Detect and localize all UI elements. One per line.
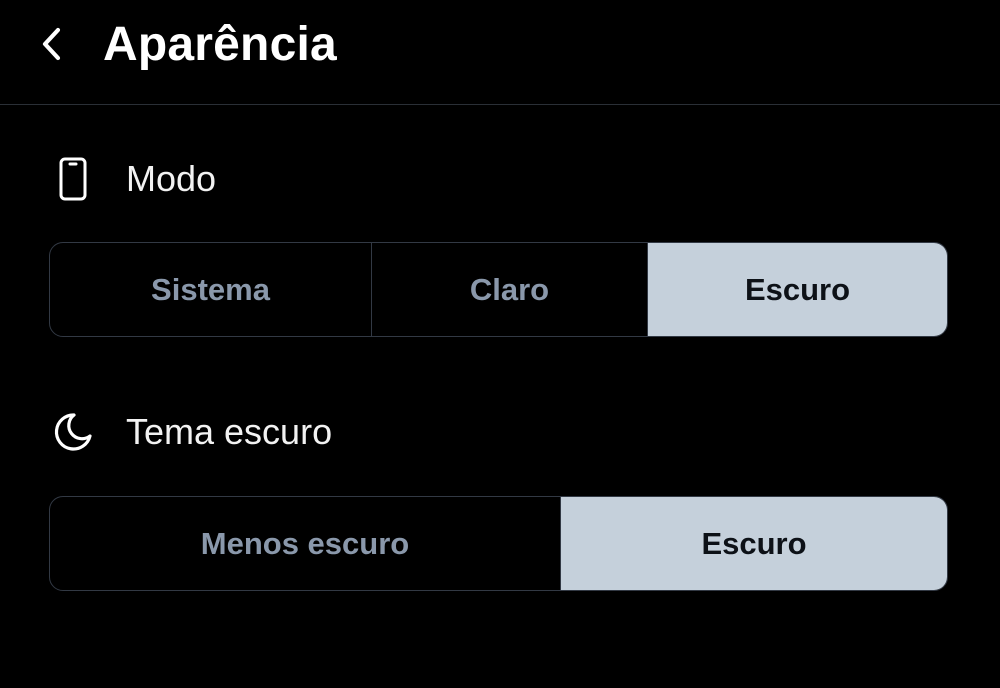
mode-option-escuro[interactable]: Escuro (647, 243, 947, 336)
back-button[interactable] (30, 22, 74, 66)
dark-theme-label: Tema escuro (126, 411, 333, 452)
phone-icon (50, 156, 96, 202)
mode-label: Modo (126, 158, 217, 199)
top-bar: Aparência (0, 0, 1000, 105)
mode-option-claro[interactable]: Claro (371, 243, 647, 336)
dark-theme-segmented-control: Menos escuro Escuro (49, 496, 948, 591)
dark-theme-option-menos-escuro[interactable]: Menos escuro (50, 497, 560, 590)
mode-section-header: Modo (50, 154, 216, 204)
mode-option-sistema[interactable]: Sistema (50, 243, 371, 336)
dark-theme-option-escuro[interactable]: Escuro (560, 497, 947, 590)
dark-theme-section-header: Tema escuro (50, 407, 332, 457)
moon-icon (50, 409, 96, 455)
page-title: Aparência (103, 18, 337, 71)
mode-segmented-control: Sistema Claro Escuro (49, 242, 948, 337)
chevron-left-icon (42, 27, 61, 61)
